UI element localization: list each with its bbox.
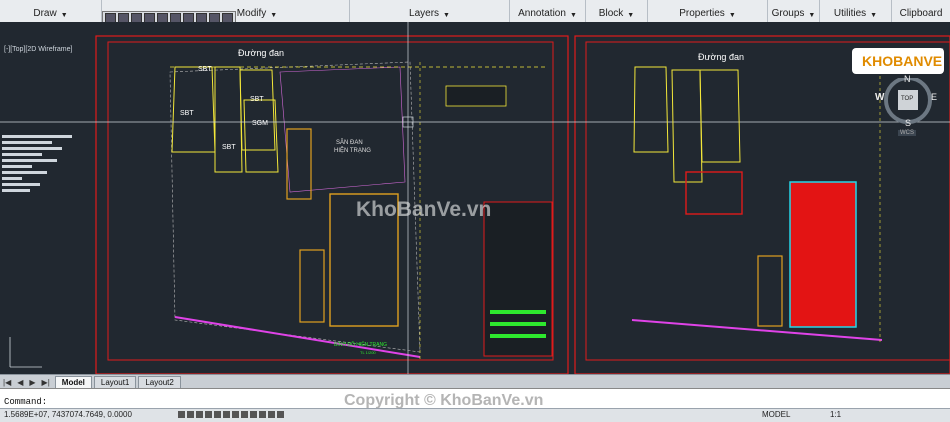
legend-bar-2 [490,322,546,326]
panel-label: Block [598,8,624,19]
building-orange-2 [299,249,325,323]
compass-s: S [905,118,912,128]
qp-icon[interactable] [268,411,275,418]
polar-icon[interactable] [205,411,212,418]
status-toggles [178,411,284,418]
building-right-sgm [699,69,741,163]
lwt-icon[interactable] [250,411,257,418]
ribbon-panel-layers[interactable]: Layers ▼ [350,0,510,22]
label-sgm: SGM [252,120,268,127]
chevron-down-icon: ▼ [627,12,635,19]
prev-tab-icon[interactable]: ◀ [17,378,23,387]
ribbon: Draw ▼ Modify ▼ Layers ▼ Annotation ▼ Block ▼… [0,0,950,25]
panel-label: Properties [679,8,725,19]
ribbon-panel-utilities[interactable]: Utilities ▼ [820,0,892,22]
building-right-sbt-2 [671,69,703,183]
watermark-center: KhoBanVe.vn [356,198,492,221]
chevron-down-icon: ▼ [569,12,577,19]
legend-bar-3 [490,334,546,338]
snap-icon[interactable] [178,411,185,418]
command-label: Command: [4,397,48,407]
building-right-sbt-1 [633,66,669,153]
label-sbt-4: SBT [222,144,236,151]
panel-label: Utilities [833,8,867,19]
chevron-down-icon: ▼ [270,12,278,19]
ribbon-panel-block[interactable]: Block ▼ [586,0,648,22]
chevron-down-icon: ▼ [60,12,68,19]
osnap-icon[interactable] [214,411,221,418]
compass-e: E [931,92,938,102]
ribbon-panel-clipboard[interactable]: Clipboard [892,0,950,22]
road-label-right: Đường đan [698,52,744,62]
building-right-red-main [789,181,857,328]
label-sbt-1: SBT [198,66,212,73]
last-tab-icon[interactable]: ▶| [42,378,50,387]
layout-tabs: |◀ ◀ ▶ ▶| Model Layout1 Layout2 [0,374,950,389]
ducs-icon[interactable] [232,411,239,418]
ribbon-panel-groups[interactable]: Groups ▼ [768,0,820,22]
legend-bar-1 [490,310,546,314]
chevron-down-icon: ▼ [728,12,736,19]
label-scale: TL 1/200 [360,350,376,355]
status-bar: 1.5689E+07, 7437074.7649, 0.0000 MODEL 1… [0,408,950,422]
note-box [445,85,507,107]
next-tab-icon[interactable]: ▶ [29,378,35,387]
annotation-scale[interactable]: 1:1 [830,410,841,419]
panel-label: Modify [236,8,267,19]
panel-label: Clipboard [899,8,943,19]
dyn-icon[interactable] [241,411,248,418]
tab-layout1[interactable]: Layout1 [93,376,137,388]
label-san-dan: SÂN ĐAN [336,140,363,146]
building-orange-1 [286,128,312,200]
tab-layout2[interactable]: Layout2 [138,376,181,388]
compass-w: W [875,92,885,103]
compass-ring [884,78,932,124]
chevron-down-icon: ▼ [870,12,878,19]
drawing-viewport[interactable]: [-][Top][2D Wireframe] × [0,22,950,374]
ortho-icon[interactable] [196,411,203,418]
ribbon-panel-properties[interactable]: Properties ▼ [648,0,768,22]
ribbon-panel-annotation[interactable]: Annotation ▼ [510,0,586,22]
tab-model[interactable]: Model [54,376,92,388]
panel-label: Draw [33,8,57,19]
building-right-red-small [685,171,743,215]
building-right-orange [757,255,783,327]
ribbon-panel-draw[interactable]: Draw ▼ [0,0,102,22]
label-hien-trang: HIỆN TRẠNG [334,148,371,154]
tpy-icon[interactable] [259,411,266,418]
compass-n: N [904,74,911,84]
first-tab-icon[interactable]: |◀ [3,378,11,387]
road-label-left: Đường đan [238,48,284,58]
model-space-button[interactable]: MODEL [762,410,790,419]
building-sgm [243,99,279,173]
wcs-menu[interactable]: WCS [898,130,916,136]
building-sbt-2 [214,66,243,173]
label-sbt-3: SBT [250,96,264,103]
title-block [483,201,553,357]
otrack-icon[interactable] [223,411,230,418]
chevron-down-icon: ▼ [443,12,450,19]
grid-icon[interactable] [187,411,194,418]
label-sbt-2: SBT [180,110,194,117]
logo: KHOBANVE [852,48,944,74]
viewcube-compass[interactable]: TOP N W E S WCS [875,74,938,138]
panel-label: Annotation [518,8,566,19]
label-title-block: BÌNH ĐỒ HIỆN TRẠNG [334,342,387,348]
panel-label: Groups [771,8,805,19]
coordinates: 1.5689E+07, 7437074.7649, 0.0000 [4,410,132,419]
sc-icon[interactable] [277,411,284,418]
viewcube-top[interactable]: TOP [901,96,913,102]
panel-label: Layers [409,8,440,19]
logo-text: KHOBANVE [862,53,943,69]
chevron-down-icon: ▼ [808,12,816,19]
road-edge-left [174,316,421,358]
